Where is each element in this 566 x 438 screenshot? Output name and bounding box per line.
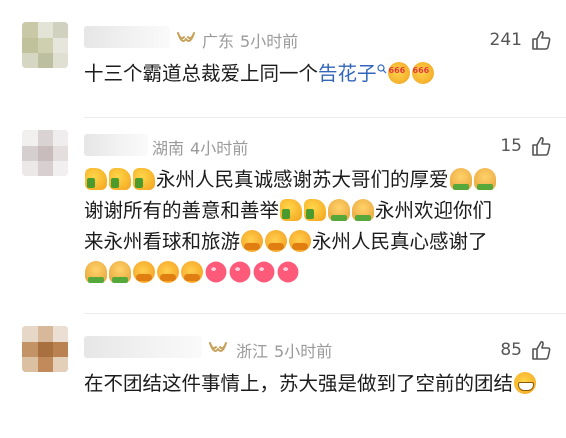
avatar[interactable] <box>22 326 68 372</box>
emoji-thumbs-up <box>304 199 327 221</box>
comment-text-part: 永州人民真心感谢了 <box>312 230 488 253</box>
comment-text-part: 在不团结这件事情上，苏大强是做到了空前的团结 <box>84 372 514 395</box>
comment-time: 5小时前 <box>240 32 299 51</box>
username[interactable] <box>84 26 170 48</box>
text-line: 永州人民真诚感谢苏大哥们的厚爱 <box>84 164 552 195</box>
search-icon[interactable] <box>376 64 387 74</box>
vip-crown-icon <box>209 342 227 352</box>
emoji-pray <box>109 261 131 283</box>
comment-item: 浙江 5小时前 85 在不团结这件事情上，苏大强是做到了空前的团结 <box>0 314 566 438</box>
avatar[interactable] <box>22 130 68 176</box>
emoji-hug <box>181 261 203 283</box>
comment-text: 永州人民真诚感谢苏大哥们的厚爱 谢谢所有的善意和善举 永州欢迎你们 来永州看球和旅… <box>84 164 552 288</box>
comment-text: 在不团结这件事情上，苏大强是做到了空前的团结 <box>84 368 552 399</box>
like-count: 85 <box>500 340 522 360</box>
emoji-heart <box>205 261 227 283</box>
emoji-heart <box>253 261 275 283</box>
text-line: 谢谢所有的善意和善举 永州欢迎你们 <box>84 195 552 226</box>
emoji-hug <box>289 230 312 252</box>
comment-item: 广东 5小时前 241 十三个霸道总裁爱上同一个告花子 <box>0 0 566 118</box>
text-line: 来永州看球和旅游 永州人民真心感谢了 <box>84 226 552 257</box>
emoji-heart <box>277 261 299 283</box>
like-button[interactable]: 241 <box>490 29 552 51</box>
emoji-pray <box>85 261 107 283</box>
comment-meta: 广东 5小时前 <box>202 28 304 52</box>
comment-meta: 浙江 5小时前 <box>236 338 338 362</box>
comment-text-part: 谢谢所有的善意和善举 <box>84 199 280 222</box>
emoji-pray <box>473 168 496 190</box>
comment-text-part: 来永州看球和旅游 <box>84 230 241 253</box>
thumbs-up-icon <box>532 30 551 50</box>
avatar[interactable] <box>22 22 68 68</box>
emoji-666 <box>387 55 410 86</box>
username[interactable] <box>84 336 202 358</box>
emoji-heart <box>229 261 251 283</box>
emoji-pray <box>328 199 351 221</box>
emoji-thumbs-up <box>280 199 303 221</box>
comment-text-part: 十三个霸道总裁爱上同一个 <box>84 62 319 85</box>
emoji-hug <box>241 230 264 252</box>
emoji-666 <box>411 55 434 86</box>
emoji-thumbs-up <box>133 168 155 190</box>
text-line <box>84 257 552 288</box>
comment-location: 浙江 <box>236 342 269 361</box>
comment-meta: 湖南 4小时前 <box>152 135 254 159</box>
vip-crown-icon <box>177 32 195 42</box>
comment-text: 十三个霸道总裁爱上同一个告花子 <box>84 55 552 89</box>
emoji-thumbs-up <box>109 168 131 190</box>
emoji-pray <box>449 168 472 190</box>
like-count: 241 <box>489 30 522 50</box>
emoji-hug <box>265 230 288 252</box>
comment-text-part: 永州人民真诚感谢苏大哥们的厚爱 <box>156 168 449 191</box>
like-button[interactable]: 85 <box>500 339 552 361</box>
comment-time: 5小时前 <box>274 342 333 361</box>
emoji-pray <box>352 199 375 221</box>
emoji-thumbs-up <box>85 168 107 190</box>
username[interactable] <box>84 134 148 156</box>
comment-item: 湖南 4小时前 15 永州人民真诚感谢苏大哥们的厚爱 谢谢所有的善意和善举 永州欢迎… <box>0 118 566 314</box>
comment-time: 4小时前 <box>190 139 249 158</box>
search-link[interactable]: 告花子 <box>318 62 377 85</box>
thumbs-up-icon <box>532 136 551 156</box>
comment-location: 广东 <box>202 32 235 51</box>
like-button[interactable]: 15 <box>500 135 552 157</box>
comment-text-part: 永州欢迎你们 <box>375 199 493 222</box>
emoji-hug <box>157 261 179 283</box>
comment-location: 湖南 <box>152 139 185 158</box>
thumbs-up-icon <box>532 340 551 360</box>
like-count: 15 <box>500 136 522 156</box>
emoji-hug <box>133 261 155 283</box>
emoji-grin <box>514 372 537 394</box>
